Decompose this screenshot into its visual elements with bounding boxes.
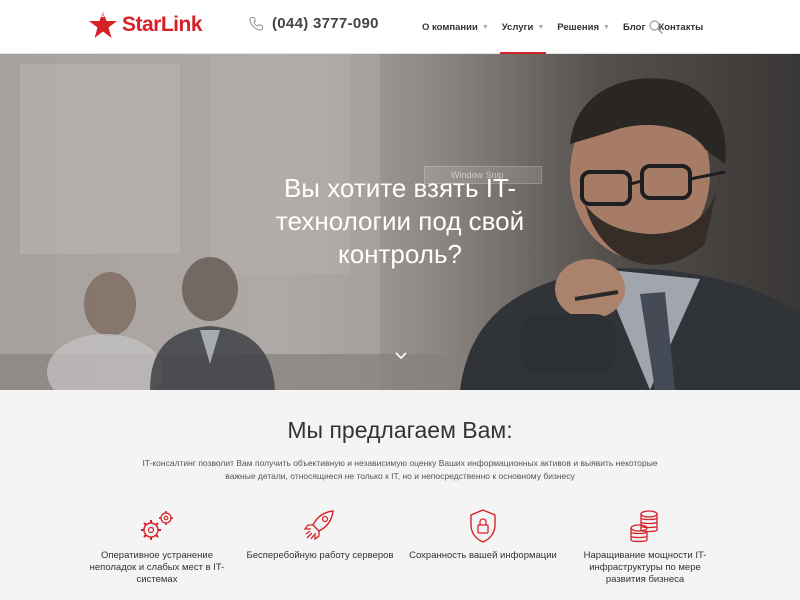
nav-item-label: Услуги — [501, 21, 534, 33]
feature-label: Наращивание мощности IT-инфраструктуры п… — [583, 550, 707, 585]
search-icon[interactable] — [648, 19, 664, 35]
main-nav: О компании ▼ Услуги ▼ Решения ▼ Блог Кон… — [420, 0, 714, 55]
feature-item: Оперативное устранение неполадок и слабы… — [82, 508, 232, 586]
offer-section: Мы предлагаем Вам: IT-консалтинг позволи… — [0, 390, 800, 600]
nav-item-services[interactable]: Услуги ▼ — [499, 0, 547, 55]
logo[interactable]: $ StarLink — [86, 8, 203, 42]
nav-item-solutions[interactable]: Решения ▼ — [555, 0, 612, 54]
nav-item-label: Блог — [622, 21, 646, 33]
chevron-down-icon: ▼ — [481, 23, 489, 31]
feature-label: Оперативное устранение неполадок и слабы… — [89, 550, 225, 585]
chevron-down-icon[interactable] — [393, 350, 409, 362]
features-list: Оперативное устранение неполадок и слабы… — [0, 508, 800, 600]
feature-label: Бесперебойную работу серверов — [246, 550, 394, 561]
nav-item-label: О компании — [422, 21, 478, 33]
chevron-down-icon: ▼ — [603, 23, 610, 31]
phone-number[interactable]: (044) 3777-090 — [272, 15, 379, 32]
phone-block: (044) 3777-090 — [248, 15, 379, 32]
rocket-icon — [303, 510, 334, 541]
site-header: $ StarLink (044) 3777-090 О компании ▼ У… — [0, 0, 800, 55]
gears-icon — [141, 511, 173, 540]
feature-label: Сохранность вашей информации — [409, 550, 557, 561]
star-logo-icon: $ — [89, 11, 117, 38]
section-title: Мы предлагаем Вам: — [287, 417, 513, 443]
hero-title: Вы хотите взять IT-технологии под свой к… — [275, 173, 525, 269]
svg-text:$: $ — [101, 12, 105, 19]
logo-text: StarLink — [122, 13, 203, 36]
nav-item-about[interactable]: О компании ▼ — [420, 0, 491, 54]
feature-item: Бесперебойную работу серверов — [245, 508, 395, 562]
feature-item: Сохранность вашей информации — [408, 508, 558, 562]
nav-item-label: Решения — [557, 21, 599, 33]
nav-item-blog[interactable]: Блог — [621, 0, 648, 54]
hero-banner: Window Snip Вы хотите взять IT-технологи… — [0, 54, 800, 390]
feature-item: Наращивание мощности IT-инфраструктуры п… — [570, 508, 720, 586]
nav-item-label: Контакты — [658, 21, 704, 33]
phone-icon — [249, 16, 264, 31]
chevron-down-icon: ▼ — [537, 23, 545, 31]
shield-lock-icon — [470, 509, 496, 543]
coins-stack-icon — [630, 510, 658, 543]
section-description: IT-консалтинг позволит Вам получить объе… — [142, 458, 658, 481]
